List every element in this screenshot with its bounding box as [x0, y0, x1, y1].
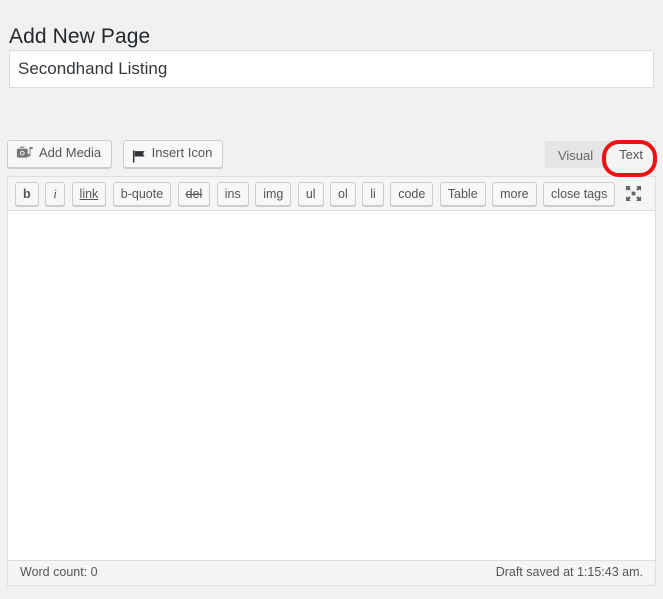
quicktag-del[interactable]: del [177, 182, 211, 206]
fullscreen-icon[interactable] [620, 182, 646, 206]
editor-status-bar: Word count: 0 Draft saved at 1:15:43 am. [7, 561, 656, 586]
quicktag-more[interactable]: more [492, 182, 537, 206]
quicktag-table[interactable]: Table [439, 182, 486, 206]
page-title: Add New Page [9, 25, 151, 49]
flag-icon [132, 147, 147, 163]
tab-text[interactable]: Text [606, 141, 656, 168]
insert-icon-label: Insert Icon [151, 145, 213, 160]
quicktag-link[interactable]: link [71, 182, 107, 206]
editor-content-area [7, 210, 656, 561]
insert-icon-button[interactable]: Insert Icon [122, 140, 224, 168]
quicktag-ins[interactable]: ins [216, 182, 249, 206]
media-icon [16, 145, 34, 163]
quicktag-li[interactable]: li [362, 182, 384, 206]
add-media-label: Add Media [39, 145, 102, 160]
quicktag-img[interactable]: img [255, 182, 292, 206]
word-count: Word count: 0 [20, 565, 98, 579]
add-media-button[interactable]: Add Media [7, 140, 113, 168]
post-editor: Add Media Insert Icon Visual Text b i li… [7, 131, 656, 590]
editor-mode-tabs: Visual Text [544, 141, 656, 168]
quicktag-code[interactable]: code [390, 182, 434, 206]
content-textarea[interactable] [8, 211, 655, 560]
tab-visual[interactable]: Visual [544, 141, 607, 168]
quicktags-toolbar: b i link b-quote del ins img ul ol li co… [7, 176, 656, 210]
quicktag-b-quote[interactable]: b-quote [112, 182, 172, 206]
quicktag-ol[interactable]: ol [330, 182, 356, 206]
post-title-wrap [9, 50, 654, 88]
quicktag-b[interactable]: b [15, 182, 39, 206]
draft-saved: Draft saved at 1:15:43 am. [495, 565, 643, 579]
quicktag-ul[interactable]: ul [297, 182, 324, 206]
post-title-input[interactable] [9, 50, 654, 88]
quicktag-close-tags[interactable]: close tags [543, 182, 616, 206]
quicktag-i[interactable]: i [45, 182, 66, 206]
media-buttons: Add Media Insert Icon [7, 140, 229, 170]
